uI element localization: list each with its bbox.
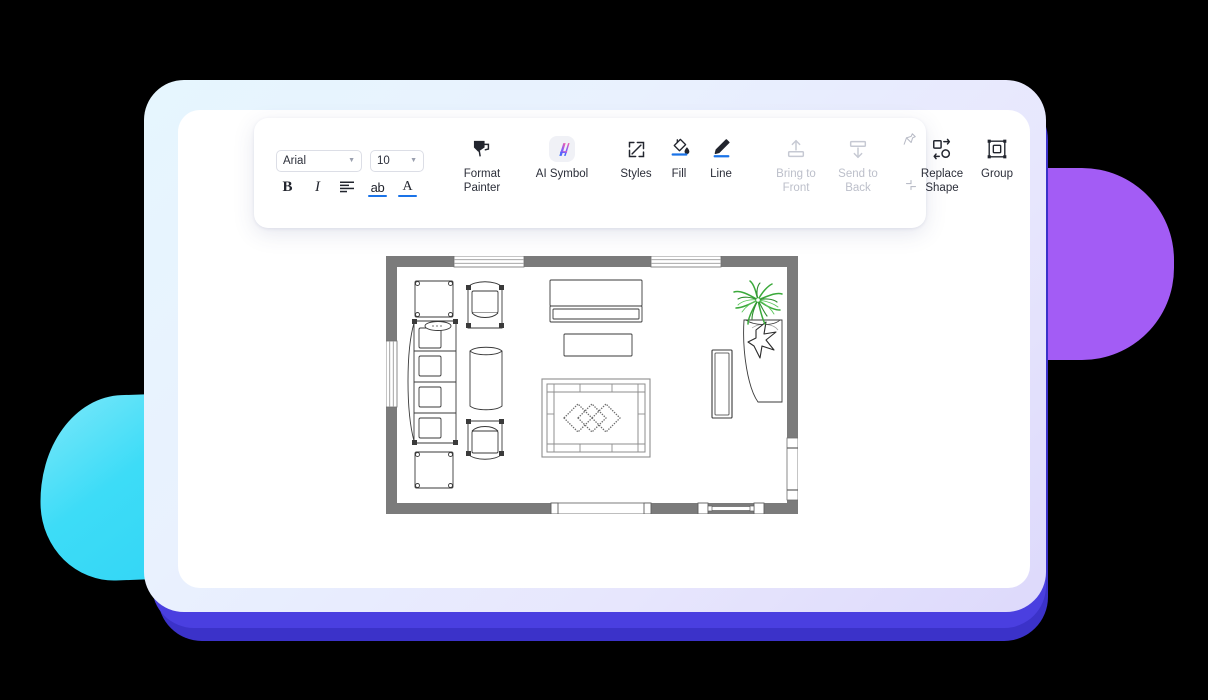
italic-button[interactable]: I	[309, 178, 326, 197]
group-icon	[984, 136, 1010, 162]
line-pen-icon	[708, 136, 734, 162]
collapse-corner-icon[interactable]	[905, 178, 917, 191]
pin-icon[interactable]	[903, 132, 917, 146]
font-family-select[interactable]: Arial ▼	[276, 149, 362, 172]
bring-to-front-button[interactable]: Bring to Front	[765, 118, 827, 228]
side-table-bottom-left[interactable]	[414, 451, 454, 489]
arrange-group: Bring to Front Send to Back	[758, 118, 896, 228]
appearance-group: Styles Fill Line	[606, 118, 750, 228]
bookshelf-right[interactable]	[711, 349, 733, 419]
bring-to-front-icon	[783, 136, 809, 162]
replace-shape-button[interactable]: Replace Shape	[911, 118, 973, 228]
line-label: Line	[710, 168, 732, 180]
align-left-button[interactable]	[339, 178, 356, 197]
ai-symbol-icon	[549, 136, 575, 162]
strikethrough-button[interactable]: ab	[368, 178, 387, 197]
floorplan-canvas[interactable]	[386, 256, 798, 514]
armchair-top[interactable]	[466, 281, 504, 329]
window-top-left[interactable]	[453, 256, 525, 268]
format-painter-button[interactable]: Format Painter	[453, 118, 511, 228]
area-rug[interactable]	[541, 378, 651, 458]
editor-toolbar: Arial ▼ 10 ▼ B I ab A Format Painter AI …	[254, 118, 1013, 228]
side-table-top-left[interactable]	[414, 280, 454, 318]
styles-button[interactable]: Styles	[613, 118, 659, 228]
shape-group: Replace Shape Group	[904, 118, 1028, 228]
bold-icon: B	[282, 178, 293, 195]
media-console[interactable]	[549, 279, 643, 323]
replace-shape-icon	[929, 136, 955, 162]
italic-icon: I	[315, 178, 320, 195]
font-format-group: Arial ▼ 10 ▼ B I ab A	[260, 118, 438, 228]
styles-icon	[623, 136, 649, 162]
font-size-select[interactable]: 10 ▼	[370, 149, 424, 172]
send-to-back-label: Send to Back	[838, 168, 878, 195]
align-left-icon	[340, 181, 354, 193]
format-painter-icon	[469, 136, 495, 162]
text-format-row: B I ab A	[276, 178, 424, 197]
chevron-down-icon: ▼	[348, 157, 355, 164]
coffee-table-small[interactable]	[563, 333, 633, 357]
fill-label: Fill	[671, 168, 687, 180]
window-left[interactable]	[386, 340, 398, 408]
window-bottom-left[interactable]	[550, 502, 652, 514]
accent-underline	[398, 194, 417, 197]
group-label: Group	[981, 168, 1013, 180]
text-strikethrough-icon: ab	[370, 179, 385, 195]
sofa-left[interactable]	[407, 319, 458, 445]
bring-to-front-label: Bring to Front	[776, 168, 816, 195]
send-to-back-icon	[845, 136, 871, 162]
chevron-down-icon: ▼	[410, 157, 417, 164]
fill-button[interactable]: Fill	[659, 118, 699, 228]
armchair-bottom[interactable]	[466, 419, 504, 460]
door-right[interactable]	[786, 437, 798, 501]
ottoman-center-left[interactable]	[469, 346, 503, 411]
window-top-right[interactable]	[650, 256, 722, 268]
format-painter-label: Format Painter	[463, 168, 501, 195]
ai-symbol-group: AI Symbol	[526, 118, 598, 228]
font-color-button[interactable]: A	[398, 178, 417, 197]
ai-symbol-label: AI Symbol	[535, 168, 589, 180]
format-painter-group: Format Painter	[446, 118, 518, 228]
group-button[interactable]: Group	[973, 118, 1021, 228]
styles-label: Styles	[620, 168, 652, 180]
send-to-back-button[interactable]: Send to Back	[827, 118, 889, 228]
font-family-value: Arial	[283, 154, 307, 167]
font-color-icon: A	[402, 179, 413, 194]
bold-button[interactable]: B	[279, 178, 296, 197]
fill-bucket-icon	[666, 136, 692, 162]
replace-shape-label: Replace Shape	[920, 168, 964, 195]
ai-symbol-button[interactable]: AI Symbol	[533, 118, 591, 228]
floorplan-drawing	[386, 256, 798, 514]
accent-underline	[368, 194, 387, 197]
font-size-value: 10	[377, 154, 390, 167]
line-button[interactable]: Line	[699, 118, 743, 228]
